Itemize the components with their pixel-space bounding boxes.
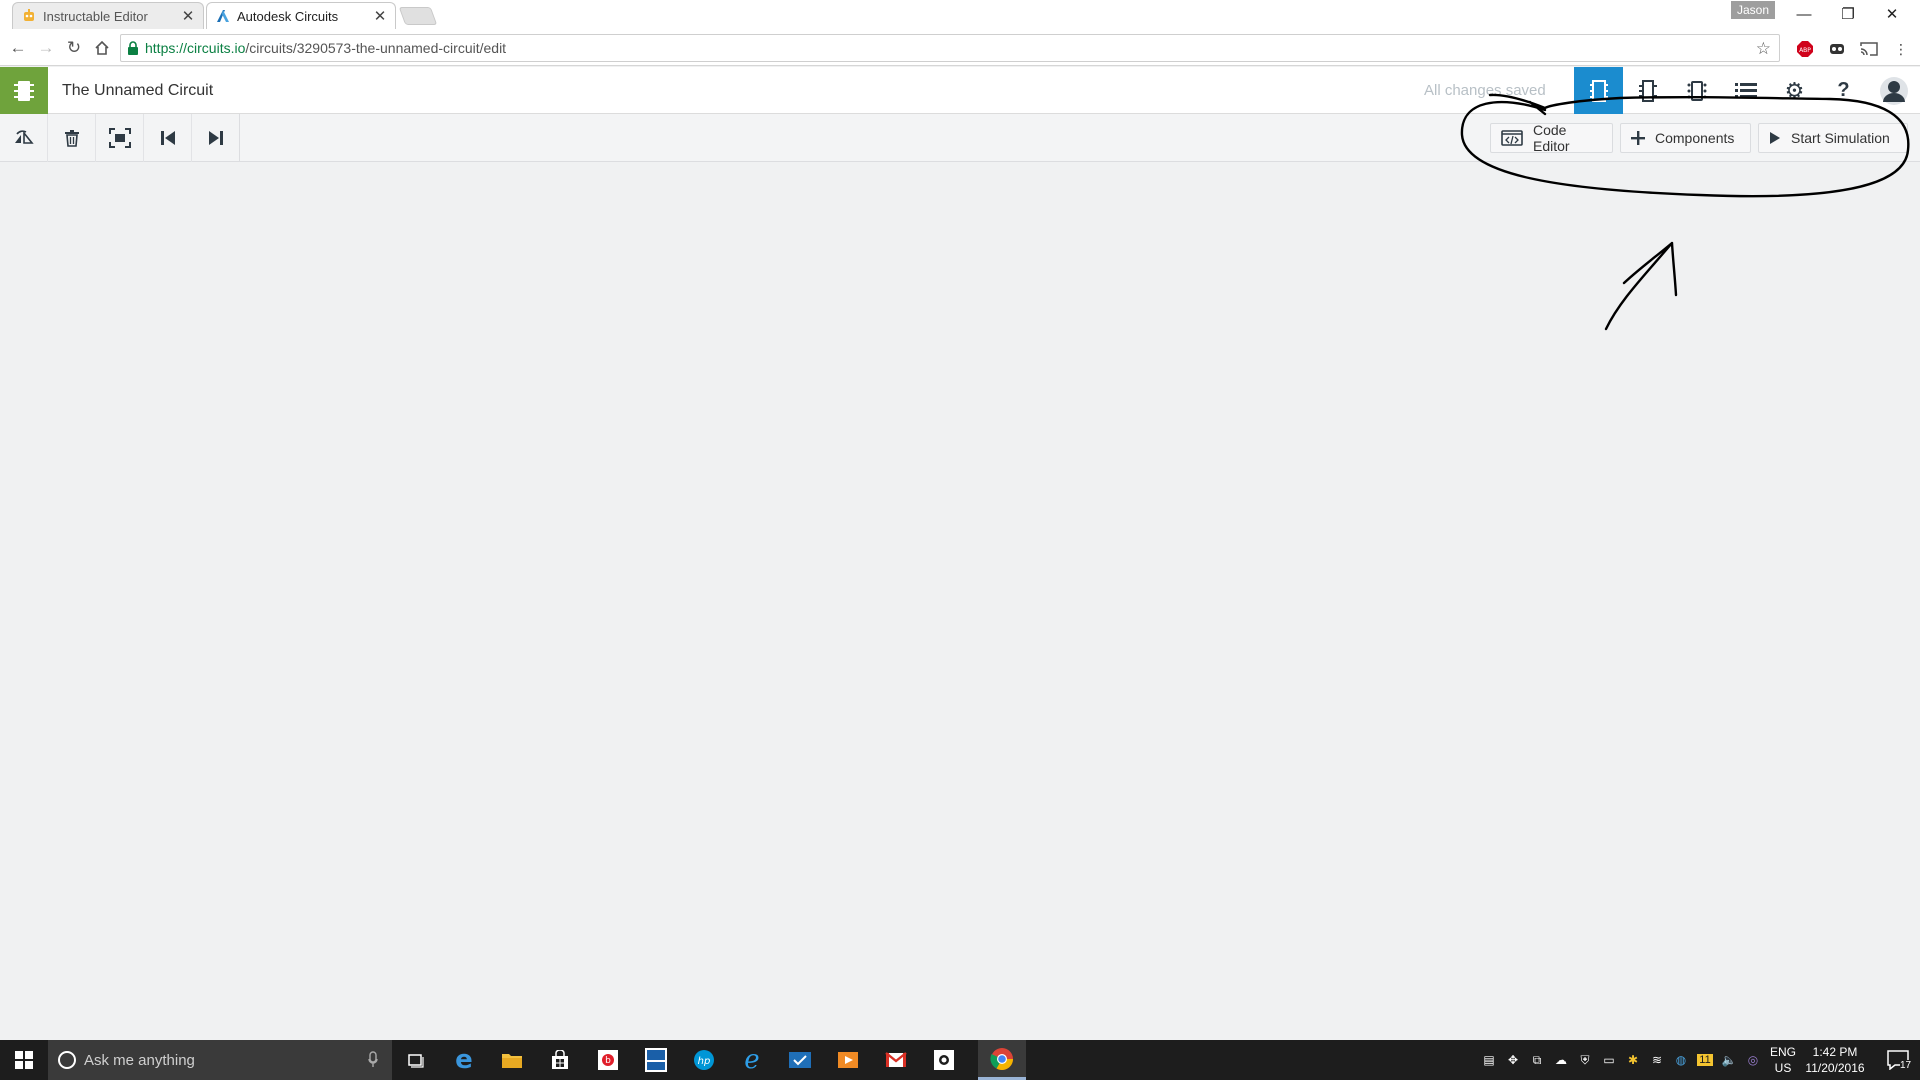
close-tab-icon[interactable]: ✕ [373, 7, 387, 25]
editor-toolbar: Code Editor Components Start Simulation [0, 114, 1920, 162]
tab-title: Autodesk Circuits [237, 8, 339, 24]
search-placeholder: Ask me anything [84, 1051, 195, 1069]
save-status: All changes saved [1424, 82, 1546, 99]
browser-toolbar: ← → ↻ https://circuits.io/circuits/32905… [0, 30, 1920, 66]
windows-start-icon[interactable] [0, 1040, 48, 1080]
tray-wifi-icon[interactable]: ≋ [1646, 1040, 1668, 1080]
start-simulation-button[interactable]: Start Simulation [1758, 123, 1908, 153]
autodesk-logo-icon [215, 8, 231, 24]
hp-support-icon[interactable] [632, 1040, 680, 1080]
battery-level: 11 [1697, 1054, 1713, 1066]
microphone-icon[interactable] [368, 1051, 378, 1073]
url-host: https://circuits.io [145, 40, 246, 56]
camera-app-icon[interactable] [920, 1040, 968, 1080]
circuit-title[interactable]: The Unnamed Circuit [62, 67, 213, 114]
battery-icon[interactable]: 11 [1694, 1040, 1716, 1080]
gmail-icon[interactable] [872, 1040, 920, 1080]
notification-count: 17 [1900, 1060, 1912, 1071]
tab-autodesk-circuits[interactable]: Autodesk Circuits ✕ [206, 2, 396, 29]
tray-onedrive-icon[interactable]: ☁ [1550, 1040, 1572, 1080]
reload-icon[interactable]: ↻ [62, 36, 86, 60]
input-language[interactable]: ENG US [1768, 1044, 1798, 1076]
plus-icon [1631, 131, 1645, 145]
instructables-robot-icon [21, 8, 37, 24]
pcb-view-icon[interactable] [1672, 67, 1721, 114]
adblock-icon[interactable]: ABP [1795, 39, 1815, 59]
url-path: /circuits/3290573-the-unnamed-circuit/ed… [245, 40, 507, 56]
component-list-icon[interactable] [1721, 67, 1770, 114]
svg-text:hp: hp [698, 1056, 711, 1067]
minimize-icon[interactable]: — [1782, 0, 1826, 28]
zoom-fit-icon[interactable] [96, 114, 144, 162]
tray-slack-icon[interactable]: ✱ [1622, 1040, 1644, 1080]
breadboard-view-icon[interactable] [1574, 67, 1623, 114]
code-icon [1501, 130, 1523, 146]
lock-icon [121, 41, 145, 55]
start-simulation-label: Start Simulation [1791, 130, 1890, 146]
app-header: The Unnamed Circuit All changes saved ⚙ … [0, 67, 1920, 114]
components-button[interactable]: Components [1620, 123, 1751, 153]
store-icon[interactable] [536, 1040, 584, 1080]
tray-app-icon[interactable]: ▤ [1478, 1040, 1500, 1080]
back-icon[interactable]: ← [6, 36, 30, 60]
action-center-icon[interactable]: 17 [1880, 1040, 1916, 1080]
close-tab-icon[interactable]: ✕ [181, 7, 195, 25]
schematic-view-icon[interactable] [1623, 67, 1672, 114]
svg-text:b: b [605, 1056, 611, 1066]
edge-browser-icon[interactable]: e [440, 1040, 488, 1080]
clock-time: 1:42 PM [1812, 1045, 1858, 1059]
tray-defender-icon[interactable]: ⛨ [1574, 1040, 1596, 1080]
address-bar[interactable]: https://circuits.io/circuits/3290573-the… [120, 34, 1780, 62]
media-player-icon[interactable] [824, 1040, 872, 1080]
tray-display-icon[interactable]: ▭ [1598, 1040, 1620, 1080]
task-view-icon[interactable] [392, 1040, 440, 1080]
cortana-icon [58, 1051, 76, 1069]
restore-icon[interactable]: ❐ [1826, 0, 1870, 28]
clock-date: 11/20/2016 [1805, 1061, 1865, 1075]
volume-icon[interactable]: 🔈 [1718, 1040, 1740, 1080]
bookmark-star-icon[interactable]: ☆ [1756, 39, 1771, 59]
rotate-icon[interactable] [0, 114, 48, 162]
step-forward-icon[interactable] [192, 114, 240, 162]
ghostery-icon[interactable] [1827, 39, 1847, 59]
step-back-icon[interactable] [144, 114, 192, 162]
language-code: ENG [1769, 1045, 1796, 1059]
close-window-icon[interactable]: ✕ [1870, 0, 1914, 28]
region-code: US [1774, 1061, 1792, 1075]
tray-cortana-ring-icon[interactable]: ◎ [1742, 1040, 1764, 1080]
code-editor-label: Code Editor [1533, 122, 1570, 154]
tray-dropbox-icon[interactable]: ✥ [1502, 1040, 1524, 1080]
menu-icon[interactable]: ⋮ [1891, 39, 1911, 59]
new-tab-button[interactable] [398, 7, 438, 25]
svg-text:ABP: ABP [1799, 47, 1811, 54]
tray-network-share-icon[interactable]: ⧉ [1526, 1040, 1548, 1080]
internet-explorer-icon[interactable]: e [728, 1040, 776, 1080]
file-explorer-icon[interactable] [488, 1040, 536, 1080]
home-icon[interactable] [90, 36, 114, 60]
tray-vpn-icon[interactable]: ◍ [1670, 1040, 1692, 1080]
tasks-app-icon[interactable] [776, 1040, 824, 1080]
hp-app-icon[interactable]: hp [680, 1040, 728, 1080]
windows-taskbar: Ask me anything e b hp e ▤ ✥ ⧉ ☁ ⛨ ▭ ✱ ≋… [0, 1040, 1920, 1080]
tab-title: Instructable Editor [43, 8, 148, 24]
profile-badge[interactable]: Jason [1731, 1, 1776, 19]
chrome-icon[interactable] [978, 1040, 1026, 1080]
settings-icon[interactable]: ⚙ [1770, 67, 1819, 114]
user-avatar-icon[interactable] [1868, 67, 1920, 114]
tab-instructable-editor[interactable]: Instructable Editor ✕ [12, 2, 204, 29]
delete-icon[interactable] [48, 114, 96, 162]
play-icon [1769, 131, 1781, 145]
forward-icon[interactable]: → [34, 36, 58, 60]
workplane-canvas[interactable] [0, 162, 1920, 1040]
code-editor-button[interactable]: Code Editor [1490, 122, 1613, 154]
components-label: Components [1655, 130, 1735, 146]
cortana-search-box[interactable]: Ask me anything [48, 1040, 392, 1080]
system-clock[interactable]: 1:42 PM 11/20/2016 [1800, 1044, 1870, 1076]
help-icon[interactable]: ? [1819, 67, 1868, 114]
browser-tab-strip: Instructable Editor ✕ Autodesk Circuits … [0, 0, 1920, 30]
beats-music-icon[interactable]: b [584, 1040, 632, 1080]
circuits-logo-icon[interactable] [0, 67, 48, 114]
cast-icon[interactable] [1859, 39, 1879, 59]
